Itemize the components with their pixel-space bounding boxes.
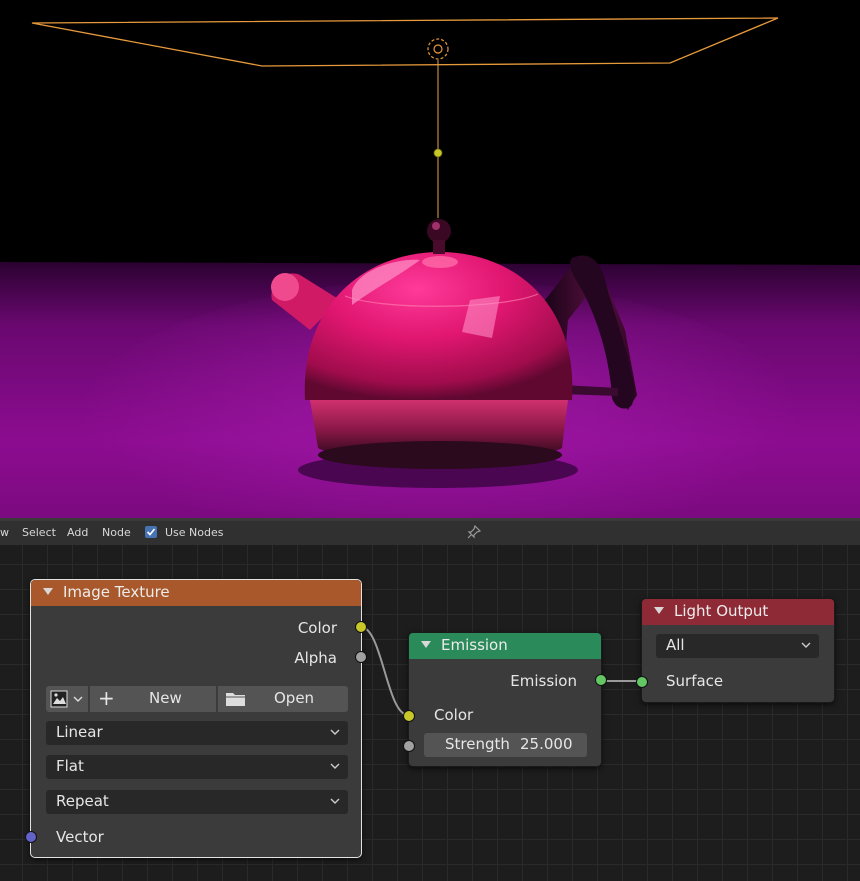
alpha-output-label: Alpha [294,649,337,667]
pin-icon[interactable] [467,524,482,542]
folder-icon [226,693,245,706]
menu-add[interactable]: Add [67,526,88,539]
use-nodes-checkbox[interactable] [145,526,157,538]
color-input-label: Color [434,706,474,724]
node-title: Image Texture [63,583,170,601]
image-texture-header[interactable]: Image Texture [31,580,361,606]
open-label: Open [274,689,315,707]
open-image-button[interactable]: Open [218,686,348,712]
node-editor-header: w Select Add Node Use Nodes [0,521,860,545]
vector-input-socket[interactable] [25,831,37,843]
render-scene [0,17,860,518]
light-output-node[interactable]: Light Output All Surface [636,598,835,703]
emission-node[interactable]: Emission Emission Color Strength 25.000 [403,632,607,767]
link-color-to-emission [360,626,409,716]
image-browse-button[interactable] [46,686,88,712]
node-editor-canvas[interactable]: Image Texture Color Alpha + New Open Lin… [0,545,860,881]
projection-dropdown[interactable]: Flat [46,755,348,779]
menu-select[interactable]: Select [22,526,56,539]
surface-input-label: Surface [666,672,724,690]
surface-input-socket[interactable] [636,676,648,688]
interpolation-value: Linear [56,723,103,741]
light-output-header[interactable]: Light Output [642,599,834,625]
chevron-down-icon [330,729,340,735]
new-image-button[interactable]: + New [90,686,216,712]
color-output-socket[interactable] [355,621,367,633]
collapse-triangle-icon[interactable] [654,607,664,614]
extension-value: Repeat [56,792,109,810]
emission-header[interactable]: Emission [409,633,601,659]
strength-value: 25.000 [520,735,573,753]
target-value: All [666,636,685,654]
chevron-down-icon [330,763,340,769]
emission-output-socket[interactable] [595,674,607,686]
chevron-down-icon [801,642,811,648]
menu-node[interactable]: Node [102,526,131,539]
color-input-socket[interactable] [403,710,415,722]
vector-input-label: Vector [56,828,104,846]
chevron-down-icon [330,798,340,804]
collapse-triangle-icon[interactable] [421,641,431,648]
strength-field[interactable]: Strength 25.000 [424,733,587,757]
3d-viewport[interactable] [0,0,860,518]
strength-input-socket[interactable] [403,740,415,752]
node-title: Emission [441,636,508,654]
emission-output-label: Emission [510,672,577,690]
projection-value: Flat [56,757,84,775]
alpha-output-socket[interactable] [355,651,367,663]
interpolation-dropdown[interactable]: Linear [46,721,348,745]
target-dropdown[interactable]: All [656,634,819,658]
menu-view[interactable]: w [0,526,9,539]
checkmark-icon [146,528,156,536]
image-icon [50,690,83,708]
strength-label: Strength [445,735,510,753]
image-texture-node[interactable]: Image Texture Color Alpha + New Open Lin… [25,579,367,858]
new-label: New [149,689,182,707]
node-title: Light Output [674,602,769,620]
extension-dropdown[interactable]: Repeat [46,790,348,814]
plus-icon: + [98,686,115,710]
collapse-triangle-icon[interactable] [43,588,53,595]
use-nodes-label[interactable]: Use Nodes [165,526,224,539]
color-output-label: Color [297,619,337,637]
